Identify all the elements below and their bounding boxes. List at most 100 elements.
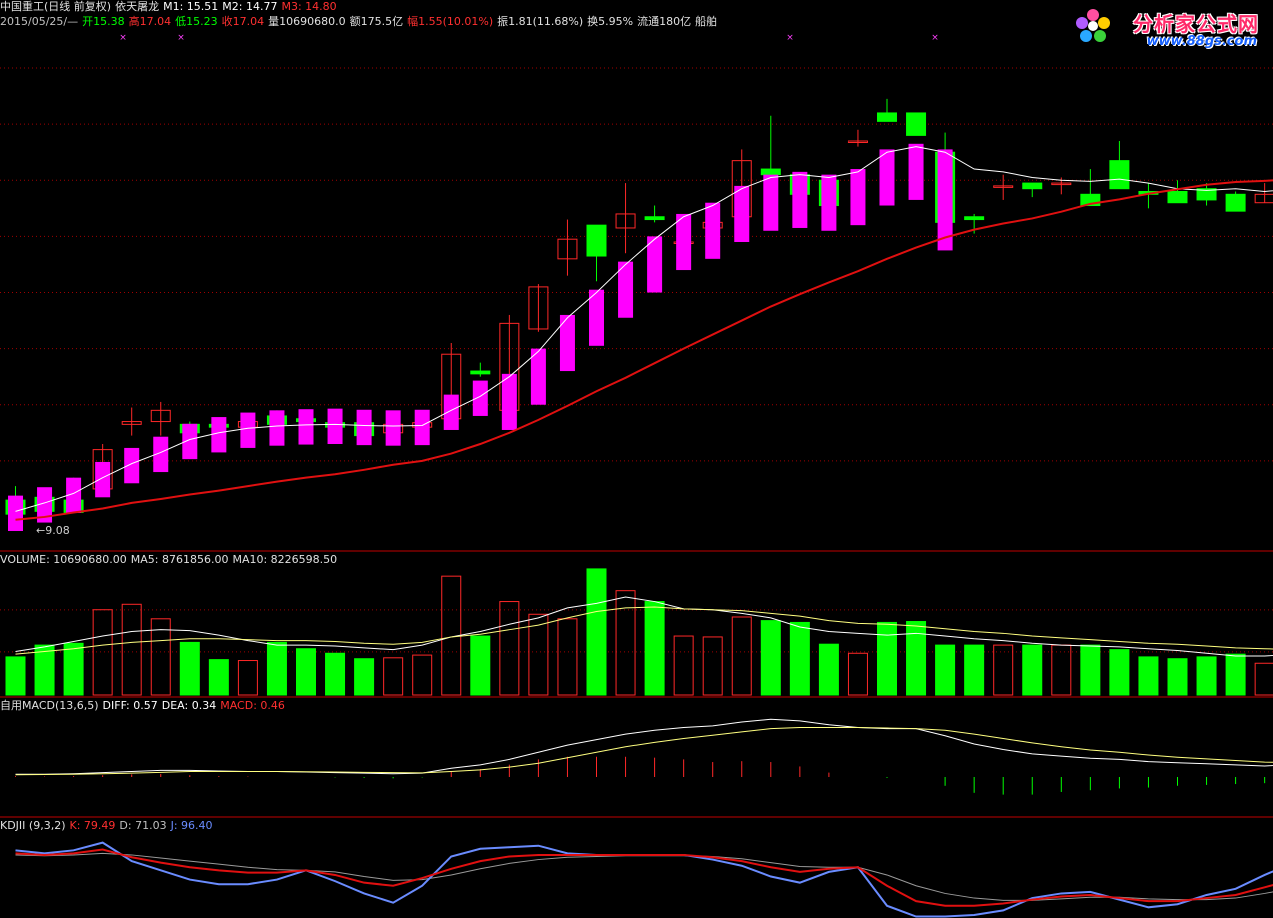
macd-diff-line (15, 718, 1273, 775)
logo-url: www.88gs.com (1146, 34, 1257, 49)
kdj-label-2: D: 71.03 (119, 819, 167, 832)
macd-label-3: MACD: 0.46 (220, 699, 285, 712)
volume-bar-42 (1225, 653, 1246, 696)
signal-bar-20 (589, 289, 604, 346)
candle-body-31 (906, 112, 927, 136)
kdj-j-line (15, 841, 1273, 918)
volume-bar-32 (935, 644, 956, 696)
price-panel-title: 中国重工(日线 前复权) 依天屠龙 M1: 15.51 M2: 14.77 M3: 14… (0, 0, 341, 14)
signal-bar-31 (908, 143, 924, 200)
line2-label-0: 2015/05/25/— (0, 15, 79, 28)
signal-bar-0 (8, 495, 23, 531)
signal-bar-30 (879, 149, 895, 206)
line1-label-0: 中国重工(日线 前复权) (0, 0, 112, 13)
signal-bar-17 (501, 373, 517, 430)
line2-label-9: 换5.95% (587, 15, 634, 28)
volume-bar-28 (818, 643, 839, 696)
volume-label-2: MA10: 8226598.50 (232, 553, 338, 566)
signal-bar-9 (269, 410, 285, 446)
volume-bar-1 (34, 644, 55, 696)
price-panel-info: 2015/05/25/— 开15.38 高17.04 低15.23 收17.04 量106… (0, 15, 721, 29)
volume-bar-34 (993, 644, 1014, 696)
top-marker-2: × (786, 33, 794, 43)
kdj-panel-title: KDJII (9,3,2) K: 79.49 D: 71.03 J: 96.40 (0, 819, 217, 833)
signal-bar-10 (298, 409, 314, 445)
line1-label-4: M3: 14.80 (281, 0, 337, 13)
candle-body-16 (470, 370, 491, 375)
volume-bar-22 (644, 601, 665, 696)
volume-bar-38 (1109, 649, 1130, 696)
macd-label-2: DEA: 0.34 (161, 699, 217, 712)
signal-bar-11 (327, 408, 343, 444)
macd-label-1: DIFF: 0.57 (102, 699, 158, 712)
volume-bar-26 (760, 620, 781, 696)
volume-bar-37 (1080, 644, 1101, 696)
volume-bar-11 (325, 652, 346, 696)
candle-body-26 (760, 168, 781, 176)
signal-bar-3 (95, 461, 111, 498)
line1-label-2: M1: 15.51 (163, 0, 219, 13)
kdj-label-3: J: 96.40 (170, 819, 213, 832)
line2-label-10: 流通180亿 (637, 15, 692, 28)
line2-label-11: 船舶 (695, 15, 718, 28)
signal-bar-22 (647, 236, 663, 293)
volume-bar-27 (789, 621, 810, 696)
site-logo: 分析家公式网 www.88gs.com (1071, 2, 1267, 54)
signal-bar-25 (734, 185, 750, 242)
line1-label-1: 依天屠龙 (115, 0, 160, 13)
line2-label-3: 低15.23 (175, 15, 218, 28)
ma-long-line (15, 179, 1273, 521)
flower-icon (1076, 9, 1110, 42)
volume-bar-41 (1196, 656, 1217, 696)
volume-bar-40 (1167, 658, 1188, 696)
signal-bar-4 (124, 447, 140, 484)
candle-body-22 (644, 216, 665, 221)
macd-panel-title: 自用MACD(13,6,5) DIFF: 0.57 DEA: 0.34 MACD: 0… (0, 699, 289, 713)
signal-bar-27 (792, 171, 808, 228)
volume-bar-12 (354, 658, 375, 696)
signal-bar-14 (414, 409, 430, 446)
volume-label-0: VOLUME: 10690680.00 (0, 553, 127, 566)
line2-label-2: 高17.04 (128, 15, 172, 28)
volume-bar-7 (208, 659, 229, 696)
volume-bar-30 (877, 621, 897, 696)
candle-body-42 (1225, 193, 1246, 212)
logo-title: 分析家公式网 (1133, 12, 1259, 36)
signal-bar-13 (385, 410, 401, 446)
signal-bar-24 (705, 202, 721, 259)
signal-bar-28 (821, 174, 837, 231)
volume-bar-6 (179, 641, 200, 696)
signal-bar-16 (472, 380, 488, 416)
volume-bar-39 (1138, 656, 1159, 696)
volume-panel-title: VOLUME: 10690680.00 MA5: 8761856.00 MA10: … (0, 553, 341, 567)
volume-bar-29 (847, 652, 868, 696)
signal-bar-8 (240, 412, 256, 448)
low-price-label: ←9.08 (36, 524, 70, 537)
macd-label-0: 自用MACD(13,6,5) (0, 699, 99, 712)
volume-bar-31 (906, 621, 927, 696)
volume-bar-23 (673, 635, 694, 696)
signal-bar-26 (763, 174, 779, 231)
candle-body-30 (877, 112, 897, 122)
signal-bar-15 (443, 394, 459, 430)
kdj-d-line (15, 852, 1273, 901)
volume-bar-8 (237, 660, 258, 696)
volume-bar-0 (5, 656, 26, 696)
stock-chart[interactable]: × × × × ←9.08 (0, 0, 1273, 918)
top-marker-1: × (177, 33, 185, 43)
volume-label-1: MA5: 8761856.00 (130, 553, 229, 566)
macd-dea-line (15, 727, 1273, 776)
line2-label-7: 幅1.55(10.01%) (407, 15, 494, 28)
signal-bar-23 (676, 213, 692, 271)
signal-bar-7 (211, 417, 227, 453)
candle-body-33 (964, 216, 985, 221)
volume-bar-4 (121, 603, 142, 696)
signal-bar-18 (530, 348, 546, 405)
volume-bar-10 (296, 648, 316, 696)
volume-bar-20 (586, 568, 607, 696)
volume-bar-14 (412, 654, 433, 696)
line2-label-6: 额175.5亿 (349, 15, 404, 28)
kdj-label-0: KDJII (9,3,2) (0, 819, 66, 832)
volume-bar-21 (615, 590, 636, 696)
volume-bar-24 (702, 636, 723, 696)
